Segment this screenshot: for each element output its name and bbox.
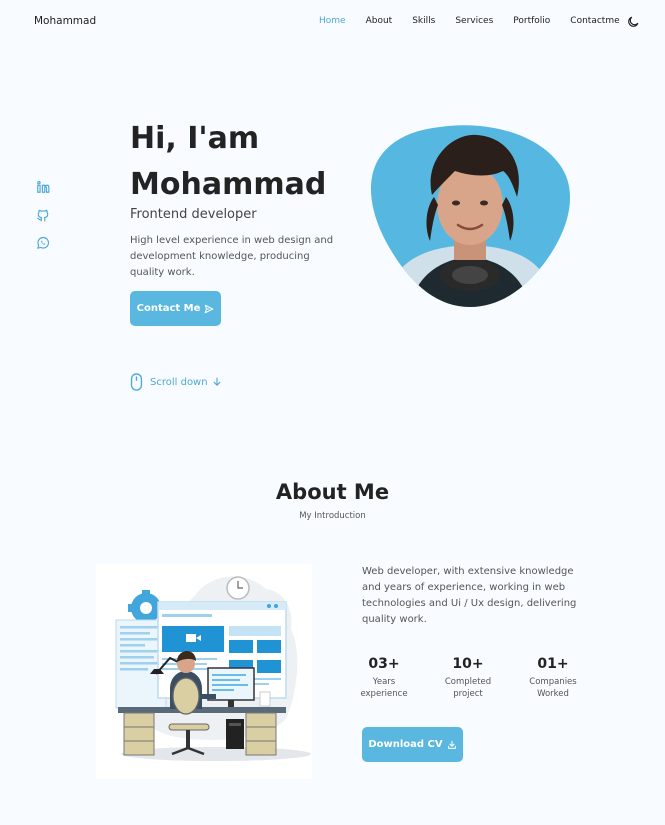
stat-number: 10+ — [452, 656, 484, 672]
hero-subtitle: Frontend developer — [130, 207, 257, 222]
nav-home[interactable]: Home — [319, 16, 346, 26]
scroll-down-label: Scroll down — [150, 376, 208, 388]
stat-label: Years experience — [360, 677, 408, 699]
nav-services[interactable]: Services — [455, 16, 493, 26]
hero-greeting: Hi, I'am — [130, 121, 260, 156]
header: Mohammad Home About Skills Services Port… — [0, 0, 665, 44]
stat-companies-worked: 01+ Companies Worked — [513, 656, 593, 700]
scroll-down-link[interactable]: Scroll down — [130, 373, 221, 391]
about-description: Web developer, with extensive knowledge … — [362, 566, 577, 625]
whatsapp-icon[interactable] — [36, 236, 50, 250]
hero-title: Hi, I'am Mohammad — [130, 116, 326, 208]
nav-about[interactable]: About — [366, 16, 393, 26]
moon-icon[interactable] — [626, 15, 640, 29]
main-nav: Home About Skills Services Portfolio Con… — [319, 16, 620, 26]
linkedin-icon[interactable] — [36, 180, 50, 194]
nav-contactme[interactable]: Contactme — [570, 16, 619, 26]
github-icon[interactable] — [36, 208, 50, 222]
contact-me-button[interactable]: Contact Me — [130, 291, 221, 326]
stat-completed-project: 10+ Completed project — [428, 656, 508, 700]
stat-years-experience: 03+ Years experience — [344, 656, 424, 700]
nav-skills[interactable]: Skills — [412, 16, 435, 26]
arrow-down-icon — [213, 377, 220, 386]
logo[interactable]: Mohammad — [34, 15, 96, 27]
social-links — [36, 180, 52, 264]
hero-description: High level experience in web design and … — [130, 235, 334, 278]
developer-illustration — [96, 564, 312, 779]
about-title: About Me — [275, 480, 390, 504]
about-subtitle: My Introduction — [299, 511, 366, 521]
stat-label: Companies Worked — [529, 677, 577, 699]
stat-number: 03+ — [368, 656, 400, 672]
mouse-icon — [130, 373, 143, 391]
download-cv-button[interactable]: Download CV — [362, 727, 463, 762]
profile-photo — [370, 125, 570, 307]
stat-label: Completed project — [444, 677, 492, 699]
nav-portfolio[interactable]: Portfolio — [513, 16, 550, 26]
stat-number: 01+ — [537, 656, 569, 672]
contact-me-label: Contact Me — [136, 303, 201, 314]
download-cv-label: Download CV — [368, 739, 443, 750]
send-icon — [205, 304, 214, 313]
download-icon — [447, 740, 456, 749]
hero-name: Mohammad — [130, 167, 327, 202]
